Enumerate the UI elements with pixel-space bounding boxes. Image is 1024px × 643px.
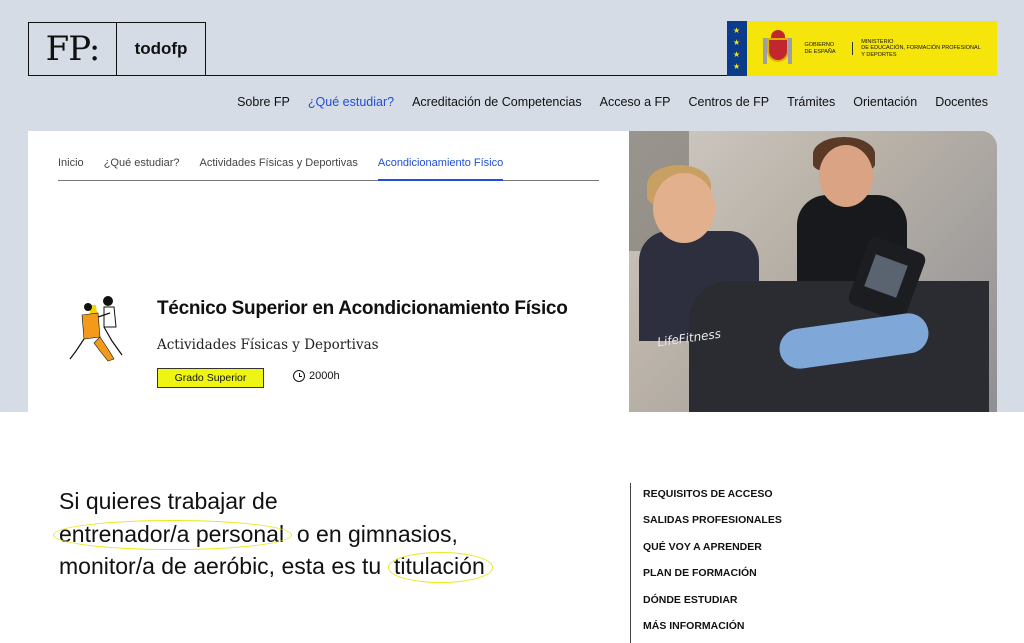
government-logo[interactable]: ★ ★ ★ ★ GOBIERNO DE ESPAÑA MINISTERIO DE ED… bbox=[727, 21, 997, 76]
breadcrumb: Inicio ¿Qué estudiar? Actividades Física… bbox=[58, 157, 599, 181]
pitch-part-2: o en gimnasios, bbox=[296, 520, 458, 547]
nav-sobre-fp[interactable]: Sobre FP bbox=[237, 95, 290, 109]
section-navigation: REQUISITOS DE ACCESO SALIDAS PROFESIONAL… bbox=[630, 483, 782, 643]
clock-icon bbox=[293, 370, 305, 382]
course-hero-card: Inicio ¿Qué estudiar? Actividades Física… bbox=[28, 131, 629, 412]
pitch-part-1: Si quieres trabajar de bbox=[59, 488, 278, 514]
level-badge: Grado Superior bbox=[157, 368, 264, 388]
course-family: Actividades Físicas y Deportivas bbox=[157, 337, 379, 353]
main-navigation: Sobre FP ¿Qué estudiar? Acreditación de … bbox=[237, 95, 988, 109]
course-hours: 2000h bbox=[309, 370, 340, 382]
coat-of-arms-icon bbox=[763, 29, 793, 68]
nav-centros-fp[interactable]: Centros de FP bbox=[689, 95, 770, 109]
nav-que-estudiar[interactable]: ¿Qué estudiar? bbox=[308, 95, 394, 109]
section-link-donde[interactable]: DÓNDE ESTUDIAR bbox=[643, 589, 782, 615]
breadcrumb-current: Acondicionamiento Físico bbox=[377, 157, 504, 181]
fitness-illustration-icon bbox=[69, 296, 123, 362]
pitch-highlight-1: entrenador/a personal bbox=[52, 518, 293, 551]
course-pitch: Si quieres trabajar de entrenador/a pers… bbox=[52, 485, 579, 583]
section-link-plan[interactable]: PLAN DE FORMACIÓN bbox=[643, 562, 782, 588]
breadcrumb-inicio[interactable]: Inicio bbox=[58, 157, 84, 180]
nav-orientacion[interactable]: Orientación bbox=[853, 95, 917, 109]
site-name: todofp bbox=[134, 39, 188, 58]
nav-docentes[interactable]: Docentes bbox=[935, 95, 988, 109]
fp-logo-mark: FP: bbox=[29, 23, 117, 75]
section-link-salidas[interactable]: SALIDAS PROFESIONALES bbox=[643, 509, 782, 535]
nav-tramites[interactable]: Trámites bbox=[787, 95, 835, 109]
breadcrumb-family[interactable]: Actividades Físicas y Deportivas bbox=[200, 157, 358, 180]
gobierno-label: GOBIERNO DE ESPAÑA bbox=[804, 42, 854, 55]
nav-acreditacion[interactable]: Acreditación de Competencias bbox=[412, 95, 582, 109]
section-link-mas-info[interactable]: MÁS INFORMACIÓN bbox=[643, 615, 782, 641]
logo-mark-text: FP: bbox=[45, 29, 101, 69]
breadcrumb-que-estudiar[interactable]: ¿Qué estudiar? bbox=[104, 157, 180, 180]
page-title: Técnico Superior en Acondicionamiento Fí… bbox=[157, 298, 568, 319]
section-link-requisitos[interactable]: REQUISITOS DE ACCESO bbox=[643, 483, 782, 509]
pitch-highlight-2: titulación bbox=[387, 550, 493, 583]
pitch-part-3: monitor/a de aeróbic, esta es tu bbox=[59, 553, 382, 579]
ministerio-label: MINISTERIO DE EDUCACIÓN, FORMACIÓN PROFE… bbox=[861, 38, 981, 58]
section-link-aprender[interactable]: QUÉ VOY A APRENDER bbox=[643, 536, 782, 562]
course-duration: 2000h bbox=[293, 370, 340, 382]
hero-photo: LifeFitness bbox=[629, 131, 997, 412]
site-logo[interactable]: FP: todofp bbox=[28, 22, 206, 76]
nav-acceso-fp[interactable]: Acceso a FP bbox=[600, 95, 671, 109]
eu-flag-icon: ★ ★ ★ ★ bbox=[727, 21, 748, 76]
